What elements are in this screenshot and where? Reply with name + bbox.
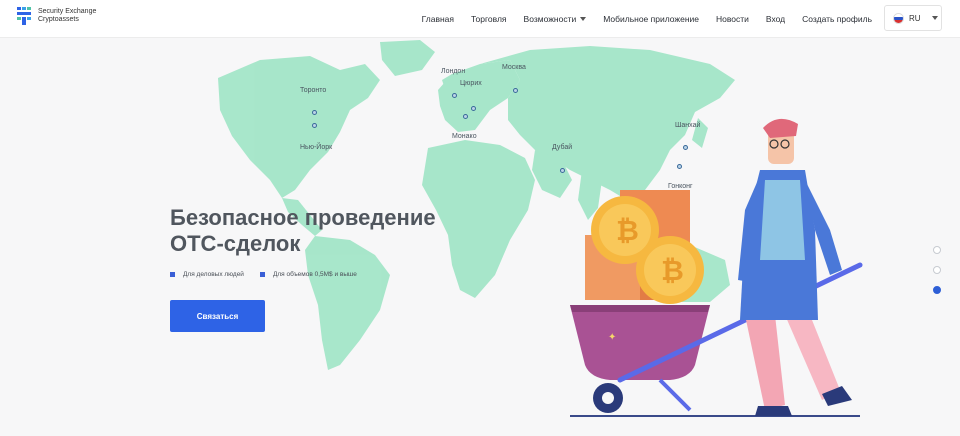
hero-bullets: Для деловых людей Для объемов 0,5М$ и вы… [170, 271, 357, 278]
svg-text:✦: ✦ [608, 332, 616, 343]
city-label-london: Лондон [441, 68, 466, 75]
bullet-volume: Для объемов 0,5М$ и выше [272, 271, 357, 278]
nav-mobile-app[interactable]: Мобильное приложение [603, 14, 699, 24]
map-pin-icon [312, 123, 317, 128]
map-pin-icon [471, 106, 476, 111]
chevron-down-icon [931, 16, 938, 20]
logo-line1: Security Exchange [38, 8, 97, 15]
nav-home[interactable]: Главная [422, 14, 454, 24]
map-pin-icon [513, 88, 518, 93]
logo-line2: Cryptoassets [38, 16, 79, 23]
bullet-item: Для деловых людей [170, 271, 244, 278]
map-pin-icon [312, 110, 317, 115]
slider-pagination [933, 246, 941, 294]
bullet-square-icon [170, 272, 175, 277]
slide-dot-3[interactable] [933, 286, 941, 294]
language-label: RU [909, 13, 921, 23]
nav-features-label: Возможности [523, 14, 577, 24]
bullet-square-icon [259, 272, 265, 277]
brand-logo[interactable]: Security Exchange Cryptoassets [16, 6, 96, 26]
nav-create-profile[interactable]: Создать профиль [802, 14, 872, 24]
bullet-item: Для объемов 0,5М$ и выше [259, 271, 357, 278]
contact-button[interactable]: Связаться [170, 300, 265, 332]
city-label-toronto: Торонто [300, 87, 327, 94]
language-selector[interactable]: RU [884, 5, 942, 31]
city-label-monaco: Монако [452, 133, 477, 140]
nav-trading[interactable]: Торговля [471, 14, 507, 24]
city-label-moscow: Москва [502, 64, 526, 71]
map-pin-icon [452, 93, 457, 98]
wheelbarrow-bitcoin-illustration: ₿ ₿ ✦ [570, 118, 863, 417]
city-label-new-york: Нью-Йорк [300, 144, 333, 151]
nav-login[interactable]: Вход [766, 14, 785, 24]
chevron-down-icon [580, 17, 587, 21]
map-pin-icon [463, 114, 468, 119]
main-nav: Главная Торговля Возможности Мобильное п… [422, 0, 872, 38]
city-label-zurich: Цюрих [460, 80, 482, 87]
slide-dot-2[interactable] [933, 266, 941, 274]
svg-text:₿: ₿ [616, 215, 639, 246]
nav-news[interactable]: Новости [716, 14, 749, 24]
bullet-business-people: Для деловых людей [183, 271, 244, 278]
russia-flag-icon [893, 12, 904, 24]
slide-dot-1[interactable] [933, 246, 941, 254]
logo-icon [17, 7, 31, 25]
svg-text:₿: ₿ [661, 255, 684, 286]
nav-features[interactable]: Возможности [524, 14, 587, 24]
top-header: Security Exchange Cryptoassets Главная Т… [0, 0, 960, 38]
hero-title: Безопасное проведение ОТС-сделок [170, 205, 436, 256]
